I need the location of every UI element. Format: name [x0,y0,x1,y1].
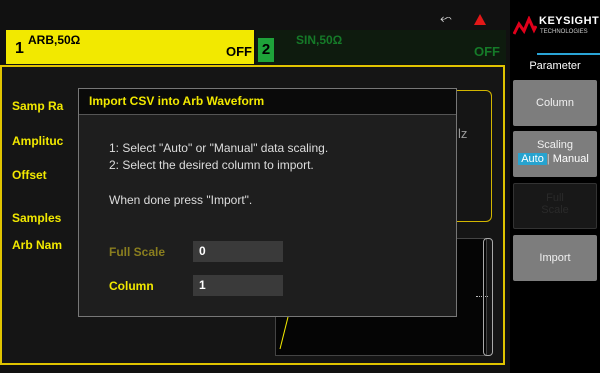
channel-1-tab[interactable]: 1 ARB,50Ω OFF [6,30,254,64]
full-scale-key-line2: Scale [541,204,569,216]
waveform-scrollbar[interactable] [483,238,493,356]
keysight-logo-icon [513,16,537,35]
scaling-auto-option: Auto [518,153,547,165]
scaling-toggle: Auto | Manual [513,153,597,165]
scaling-label: Scaling [536,139,574,151]
unit-fragment: lz [458,126,468,141]
brand-underline [537,53,600,55]
full-scale-label: Full Scale [109,245,166,259]
brand-subtitle: TECHNOLOGIES [540,29,588,35]
usb-icon: ⬿ [440,10,453,27]
scaling-manual-option: Manual [552,153,589,165]
softkey-sidebar: KEYSIGHT TECHNOLOGIES Parameter Column S… [510,0,600,373]
samp-rate-label[interactable]: Samp Ra [12,99,63,113]
instruction-line-1: 1: Select "Auto" or "Manual" data scalin… [109,141,329,155]
channel-2-info: SIN,50Ω [296,33,343,47]
full-scale-key-line1: Full [546,192,564,204]
amplitude-label[interactable]: Amplituc [12,134,63,148]
warning-icon [474,13,487,25]
status-bar: ⬿ [440,10,487,27]
brand-name: KEYSIGHT [539,15,600,27]
channel-1-info: ARB,50Ω [28,33,81,47]
channel-1-number: 1 [15,40,24,57]
column-label: Column [109,279,154,293]
channel-1-state: OFF [226,44,252,59]
sidebar-title: Parameter [529,60,581,72]
channel-2-state: OFF [474,44,500,59]
offset-label[interactable]: Offset [12,168,47,182]
import-softkey[interactable]: Import [513,235,597,281]
full-scale-field[interactable]: 0 [193,241,283,262]
column-softkey[interactable]: Column [513,80,597,126]
import-csv-dialog: Import CSV into Arb Waveform 1: Select "… [78,88,457,317]
dialog-title: Import CSV into Arb Waveform [79,89,456,115]
channel-2-number: 2 [258,38,274,62]
channel-header: 1 ARB,50Ω OFF 2 SIN,50Ω OFF [0,30,510,64]
samples-label: Samples [12,211,62,225]
column-field[interactable]: 1 [193,275,283,296]
full-scale-softkey: Full Scale [513,183,597,229]
arb-name-label: Arb Nam [12,238,63,252]
value-frame [455,90,492,222]
instruction-line-2: 2: Select the desired column to import. [109,158,314,172]
keysight-logo: KEYSIGHT TECHNOLOGIES [513,10,600,55]
instruction-line-3: When done press "Import". [109,193,253,207]
instrument-screen: ⬿ 1 ARB,50Ω OFF 2 SIN,50Ω OFF Samp Ra Am… [0,0,510,373]
channel-2-tab[interactable]: 2 SIN,50Ω OFF [256,30,506,64]
scaling-softkey[interactable]: Scaling Auto | Manual [513,131,597,177]
